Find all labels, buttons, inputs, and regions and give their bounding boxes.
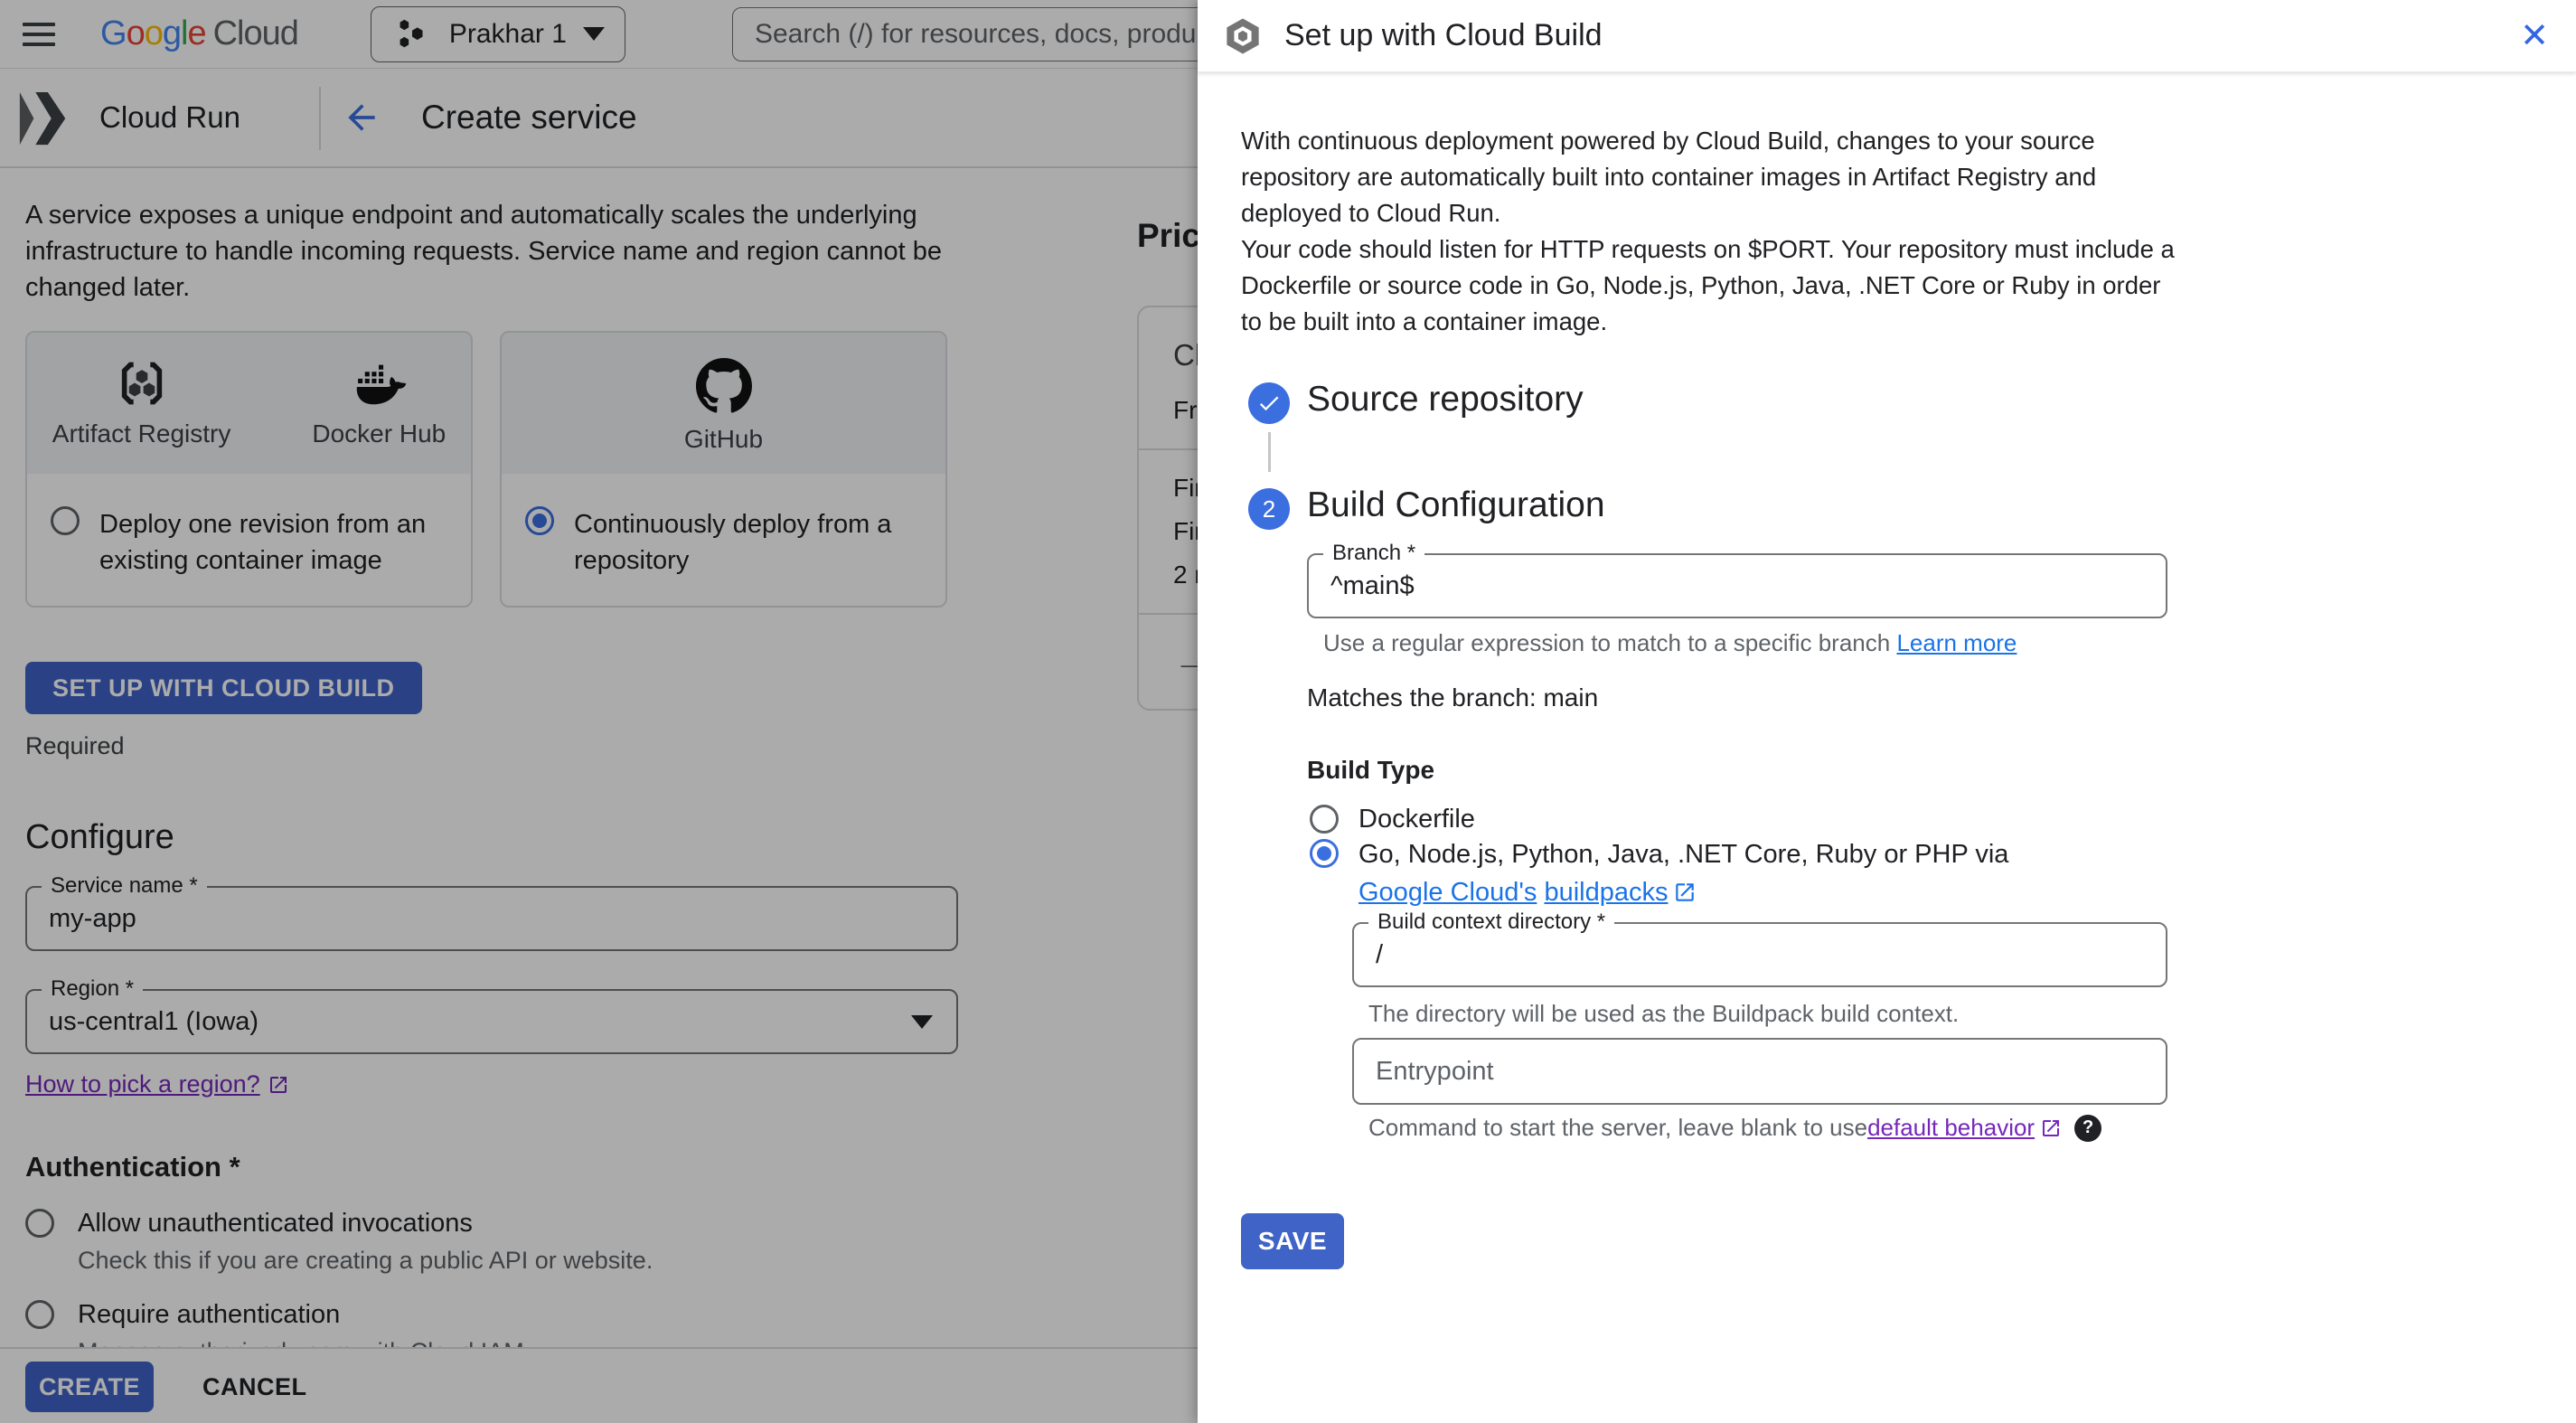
help-icon[interactable]: ? xyxy=(2074,1114,2102,1142)
step1-title[interactable]: Source repository xyxy=(1307,380,1584,419)
build-context-label: Build context directory * xyxy=(1368,909,1615,935)
buildpacks-option-text: Go, Node.js, Python, Java, .NET Core, Ru… xyxy=(1359,840,2009,869)
build-context-field: Build context directory * xyxy=(1352,909,2167,987)
branch-helper: Use a regular expression to match to a s… xyxy=(1323,629,2017,657)
app-root: GoogleCloud Prakhar 1 Cloud Run Create s… xyxy=(0,0,2576,1423)
step-connector xyxy=(1268,432,1271,472)
build-type-heading: Build Type xyxy=(1307,756,1435,784)
close-icon[interactable]: ✕ xyxy=(2520,19,2549,53)
cloud-build-panel: Set up with Cloud Build ✕ With continuou… xyxy=(1198,0,2576,1423)
save-button[interactable]: SAVE xyxy=(1241,1213,1344,1269)
option-label: Go, Node.js, Python, Java, .NET Core, Ru… xyxy=(1359,835,2095,911)
overlay-scrim[interactable] xyxy=(0,0,1198,1423)
step1-check-circle xyxy=(1248,382,1290,424)
step2-number-circle: 2 xyxy=(1248,488,1290,530)
branch-field: Branch * xyxy=(1307,541,2167,618)
entrypoint-helper: Command to start the server, leave blank… xyxy=(1368,1114,2102,1142)
step2-title: Build Configuration xyxy=(1307,485,1605,524)
branch-input[interactable] xyxy=(1309,555,2166,617)
build-context-helper: The directory will be used as the Buildp… xyxy=(1368,1000,1960,1027)
external-link-icon xyxy=(1676,883,1695,901)
branch-helper-text: Use a regular expression to match to a s… xyxy=(1323,629,1891,656)
entrypoint-field xyxy=(1352,1038,2167,1105)
panel-body: With continuous deployment powered by Cl… xyxy=(1198,72,2576,1423)
radio-buildpacks[interactable] xyxy=(1310,839,1339,868)
cloud-build-icon xyxy=(1227,17,1259,54)
default-behavior-link[interactable]: default behavior xyxy=(1867,1114,2035,1142)
google-clouds-link[interactable]: Google Cloud's xyxy=(1359,878,1537,907)
radio-dockerfile[interactable] xyxy=(1310,805,1339,834)
external-link-icon xyxy=(2043,1119,2060,1136)
buildpacks-link[interactable]: buildpacks xyxy=(1544,878,1668,907)
check-icon xyxy=(1259,396,1279,411)
option-label: Dockerfile xyxy=(1359,805,1475,834)
panel-intro-paragraph: Your code should listen for HTTP request… xyxy=(1241,235,2175,335)
build-type-buildpacks[interactable]: Go, Node.js, Python, Java, .NET Core, Ru… xyxy=(1310,835,2095,911)
branch-match-note: Matches the branch: main xyxy=(1307,683,1599,712)
panel-title: Set up with Cloud Build xyxy=(1284,18,1603,52)
entrypoint-helper-text: Command to start the server, leave blank… xyxy=(1368,1114,1868,1141)
learn-more-link[interactable]: Learn more xyxy=(1896,629,2017,657)
branch-label: Branch * xyxy=(1323,541,1425,566)
panel-intro-paragraph: With continuous deployment powered by Cl… xyxy=(1241,127,2097,227)
panel-intro: With continuous deployment powered by Cl… xyxy=(1241,123,2181,340)
build-type-dockerfile[interactable]: Dockerfile xyxy=(1310,801,1475,837)
entrypoint-input[interactable] xyxy=(1354,1040,2166,1103)
panel-header: Set up with Cloud Build ✕ xyxy=(1198,0,2576,72)
